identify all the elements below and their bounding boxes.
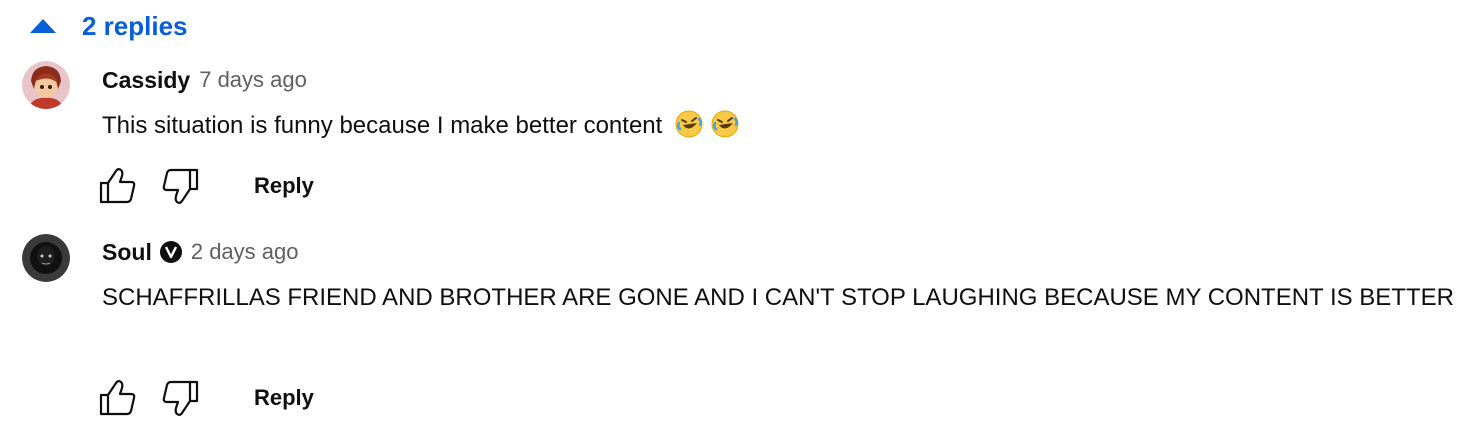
replies-toggle[interactable]: 2 replies [30, 8, 188, 44]
thumbs-up-icon[interactable] [98, 166, 138, 206]
avatar[interactable] [22, 61, 70, 109]
comment-body: This situation is funny because I make b… [102, 106, 1472, 146]
comment-actions: Reply [98, 166, 314, 206]
comment-text: SCHAFFRILLAS FRIEND AND BROTHER ARE GONE… [102, 284, 1454, 311]
comment-text: This situation is funny because I make b… [102, 112, 663, 139]
replies-count-label: 2 replies [82, 10, 188, 41]
laughing-emoji-icon [675, 110, 703, 138]
reply-button[interactable]: Reply [254, 385, 314, 411]
comment-author[interactable]: Soul [102, 239, 152, 266]
comment-timestamp[interactable]: 2 days ago [191, 239, 299, 265]
comment-body: SCHAFFRILLAS FRIEND AND BROTHER ARE GONE… [102, 278, 1472, 318]
caret-up-icon [30, 19, 56, 33]
reply-button[interactable]: Reply [254, 173, 314, 199]
comment-author[interactable]: Cassidy [102, 67, 190, 94]
comment-timestamp[interactable]: 7 days ago [199, 67, 307, 93]
thumbs-down-icon[interactable] [160, 166, 200, 206]
avatar[interactable] [22, 234, 70, 282]
thumbs-up-icon[interactable] [98, 378, 138, 418]
laughing-emoji-icon [711, 110, 739, 138]
comment-actions: Reply [98, 378, 314, 418]
thumbs-down-icon[interactable] [160, 378, 200, 418]
verified-badge-icon [159, 241, 182, 263]
